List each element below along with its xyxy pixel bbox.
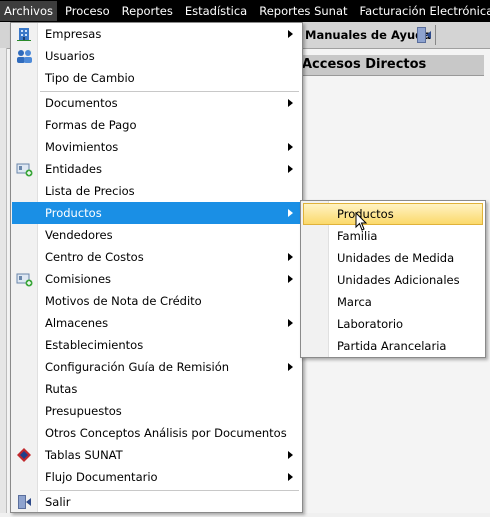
menu-item-label: Lista de Precios [45, 184, 135, 198]
menu-item-establecimientos[interactable]: Establecimientos [12, 334, 301, 356]
menu-item-label: Establecimientos [45, 338, 144, 352]
submenu-item-label: Laboratorio [337, 317, 404, 331]
menu-item-label: Usuarios [45, 49, 95, 63]
menu-item-movimientos[interactable]: Movimientos [12, 136, 301, 158]
menu-item-rutas[interactable]: Rutas [12, 378, 301, 400]
menu-item-label: Productos [45, 206, 102, 220]
menu-item-tipo-de-cambio[interactable]: Tipo de Cambio [12, 67, 301, 89]
menu-item-label: Entidades [45, 162, 102, 176]
menu-item-label: Centro de Costos [45, 250, 144, 264]
sunat-logo-icon [16, 447, 33, 463]
exit-door-icon [16, 494, 33, 510]
productos-submenu: Productos Familia Unidades de Medida Uni… [300, 200, 486, 358]
mouse-cursor-icon [355, 211, 369, 232]
menu-item-vendedores[interactable]: Vendedores [12, 224, 301, 246]
chevron-right-icon [288, 143, 293, 151]
submenu-item-marca[interactable]: Marca [303, 291, 483, 313]
submenu-item-partida-arancelaria[interactable]: Partida Arancelaria [303, 335, 483, 357]
chevron-right-icon [288, 99, 293, 107]
menu-estadistica[interactable]: Estadística [181, 1, 251, 21]
menu-item-documentos[interactable]: Documentos [12, 92, 301, 114]
chevron-right-icon [288, 451, 293, 459]
chevron-right-icon [288, 30, 293, 38]
menu-item-presupuestos[interactable]: Presupuestos [12, 400, 301, 422]
menu-item-label: Motivos de Nota de Crédito [45, 294, 202, 308]
chevron-right-icon [288, 319, 293, 327]
menu-item-salir[interactable]: Salir [12, 491, 301, 513]
submenu-item-label: Marca [337, 295, 372, 309]
menu-item-entidades[interactable]: Entidades [12, 158, 301, 180]
menu-item-label: Documentos [45, 96, 118, 110]
menu-item-comisiones[interactable]: Comisiones [12, 268, 301, 290]
chevron-right-icon [288, 165, 293, 173]
menu-reportes-sunat[interactable]: Reportes Sunat [255, 1, 351, 21]
archivos-dropdown: Empresas Usuarios Tipo de Cambio Documen… [10, 22, 303, 513]
exit-door-icon[interactable] [415, 26, 433, 44]
menu-item-productos[interactable]: Productos [12, 202, 301, 224]
menu-item-usuarios[interactable]: Usuarios [12, 45, 301, 67]
menu-item-otros-conceptos[interactable]: Otros Conceptos Análisis por Documentos [12, 422, 301, 444]
chevron-right-icon [288, 275, 293, 283]
menu-item-label: Almacenes [45, 316, 109, 330]
menu-item-label: Presupuestos [45, 404, 122, 418]
chevron-right-icon [288, 253, 293, 261]
chevron-right-icon [288, 363, 293, 371]
menu-item-label: Configuración Guía de Remisión [45, 360, 230, 374]
menu-item-tablas-sunat[interactable]: Tablas SUNAT [12, 444, 301, 466]
menu-item-label: Tablas SUNAT [45, 448, 123, 462]
left-strip [0, 48, 7, 513]
menu-item-configuracion-guia-remision[interactable]: Configuración Guía de Remisión [12, 356, 301, 378]
submenu-item-unidades-de-medida[interactable]: Unidades de Medida [303, 247, 483, 269]
menu-facturacion-electronica[interactable]: Facturación Electrónica [356, 1, 490, 21]
menu-item-flujo-documentario[interactable]: Flujo Documentario [12, 466, 301, 488]
menu-archivos[interactable]: Archivos [0, 1, 57, 21]
menu-item-label: Tipo de Cambio [45, 71, 135, 85]
menu-item-label: Formas de Pago [45, 118, 137, 132]
entity-card-icon [16, 161, 33, 177]
menu-item-motivos-nota-credito[interactable]: Motivos de Nota de Crédito [12, 290, 301, 312]
chevron-right-icon [288, 473, 293, 481]
menu-reportes[interactable]: Reportes [118, 1, 177, 21]
submenu-item-productos[interactable]: Productos [303, 203, 483, 225]
submenu-item-label: Unidades Adicionales [337, 273, 460, 287]
entity-card-icon [16, 271, 33, 287]
menu-item-lista-de-precios[interactable]: Lista de Precios [12, 180, 301, 202]
submenu-item-unidades-adicionales[interactable]: Unidades Adicionales [303, 269, 483, 291]
menu-item-centro-de-costos[interactable]: Centro de Costos [12, 246, 301, 268]
submenu-item-laboratorio[interactable]: Laboratorio [303, 313, 483, 335]
menu-item-label: Vendedores [45, 228, 113, 242]
accesos-directos-header: Accesos Directos [300, 55, 484, 76]
chevron-right-icon [288, 209, 293, 217]
menu-item-label: Flujo Documentario [45, 470, 158, 484]
menu-item-empresas[interactable]: Empresas [12, 23, 301, 45]
menu-item-label: Empresas [45, 27, 102, 41]
building-icon [16, 26, 33, 42]
menu-item-almacenes[interactable]: Almacenes [12, 312, 301, 334]
menu-item-label: Movimientos [45, 140, 119, 154]
menu-item-label: Salir [45, 495, 71, 509]
submenu-item-label: Partida Arancelaria [337, 339, 447, 353]
menubar: Archivos Proceso Reportes Estadística Re… [0, 0, 490, 22]
menu-item-label: Comisiones [45, 272, 112, 286]
submenu-item-familia[interactable]: Familia [303, 225, 483, 247]
menu-item-label: Otros Conceptos Análisis por Documentos [45, 426, 287, 440]
menu-item-formas-de-pago[interactable]: Formas de Pago [12, 114, 301, 136]
menu-item-label: Rutas [45, 382, 78, 396]
users-icon [16, 48, 33, 64]
menu-proceso[interactable]: Proceso [61, 1, 114, 21]
submenu-item-label: Unidades de Medida [337, 251, 455, 265]
